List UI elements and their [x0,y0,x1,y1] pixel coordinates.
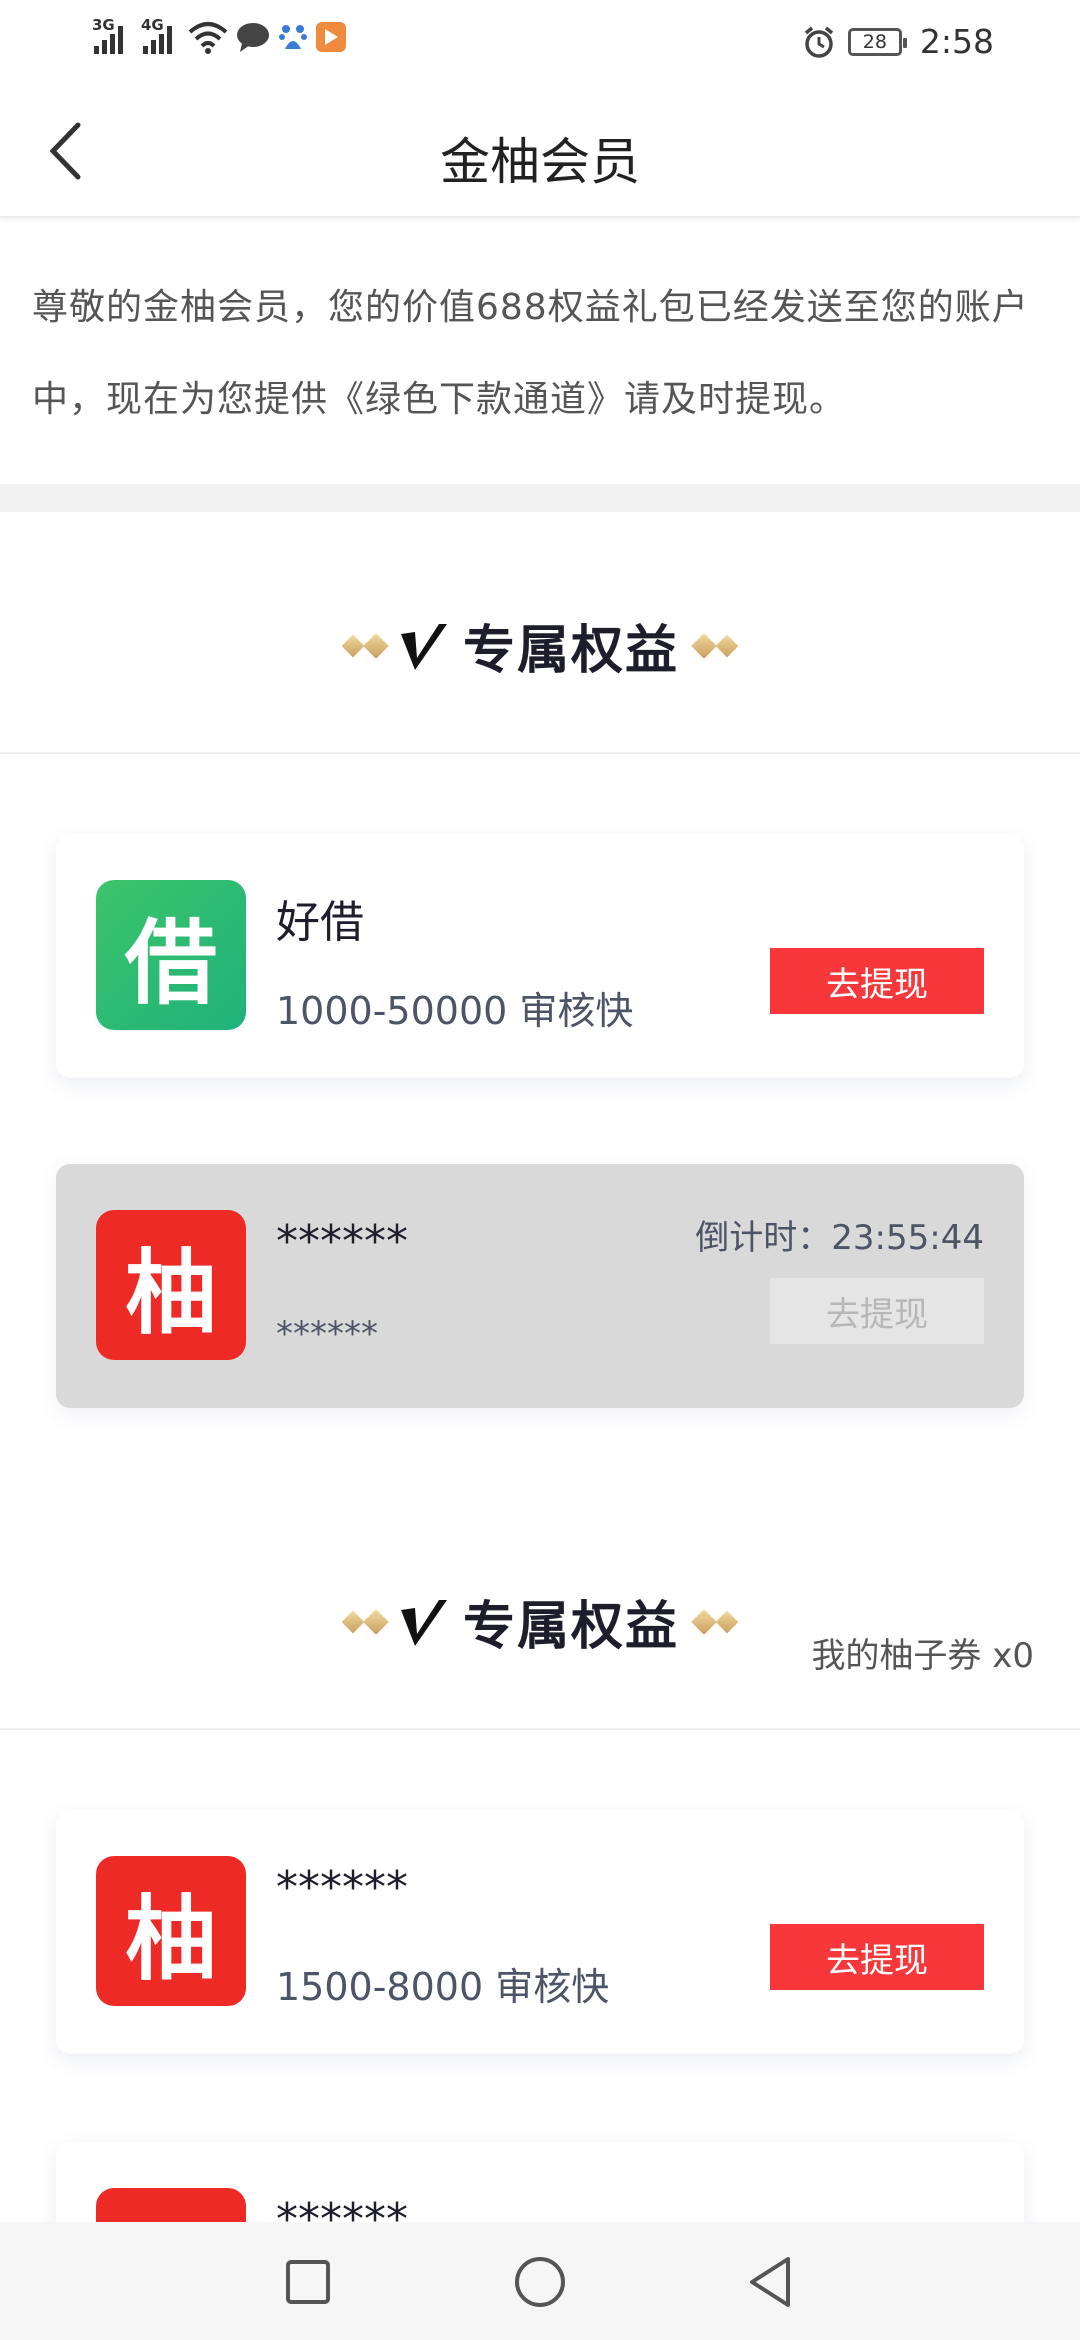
battery-level: 28 [862,30,887,53]
recent-apps-icon[interactable] [284,2258,332,2306]
nav-back-button[interactable] [740,2252,800,2312]
withdraw-button[interactable]: 去提现 [770,948,984,1014]
alarm-icon [804,26,834,58]
youzi-logo: 柚 [96,1856,246,2006]
system-nav-bar [0,2222,1080,2340]
wifi-icon [188,22,228,54]
page-title: 金柚会员 [440,133,640,191]
back-icon[interactable] [746,2255,794,2309]
card-name-masked: ****** [276,1216,408,1267]
battery-icon: 28 [847,27,907,56]
network-type-2: 4G [141,16,164,34]
countdown-timer: 倒计时：23:55:44 [695,1218,984,1258]
product-card-haojie[interactable]: 借 好借 1000-50000 审核快 去提现 [56,834,1024,1078]
home-button[interactable] [510,2252,570,2312]
left-diamonds [341,632,389,659]
section-line [0,752,1080,754]
card-amount-range: 1000-50000 审核快 [276,989,634,1033]
status-right: 28 2:58 [802,22,994,61]
product-card-locked: 柚 ****** ****** 倒计时：23:55:44 去提现 [56,1164,1024,1408]
haojie-logo: 借 [96,880,246,1030]
network-type-1: 3G [92,16,115,34]
section-title-1: 专属权益 [462,621,679,681]
section-header-1: 专属权益 [0,512,1080,754]
product-card-youzi[interactable]: 柚 ****** 1500-8000 审核快 去提现 [56,1810,1024,2054]
status-bar: 3G 4G 28 2:58 [0,0,1080,86]
card-name: 好借 [276,897,364,948]
withdraw-button-disabled: 去提现 [770,1278,984,1344]
section-title-2: 专属权益 [462,1597,679,1657]
signal-4g-icon: 4G [141,16,172,54]
video-app-icon [316,22,346,52]
home-icon[interactable] [513,2255,567,2309]
right-diamonds [691,1608,739,1635]
v-logo-icon [400,1599,447,1646]
withdraw-button[interactable]: 去提现 [770,1924,984,1990]
card-name-masked: ****** [276,1862,408,1913]
section-divider [0,484,1080,512]
navbar: 金柚会员 [0,86,1080,218]
right-diamonds [691,632,739,659]
recent-apps-button[interactable] [278,2252,338,2312]
status-left: 3G 4G [92,16,346,54]
message-icon [237,23,269,52]
status-time: 2:58 [919,22,994,61]
baidu-icon [279,25,307,49]
youzi-logo: 柚 [96,1210,246,1360]
my-coupon-link[interactable]: 我的柚子券 x0 [811,1628,1034,1677]
intro-text: 尊敬的金柚会员，您的价值688权益礼包已经发送至您的账户中，现在为您提供《绿色下… [32,287,1029,420]
card-amount-range: 1500-8000 审核快 [276,1965,610,2009]
signal-3g-icon: 3G [92,16,123,54]
section-line [0,1728,1080,1730]
v-logo-icon [400,623,447,670]
left-diamonds [341,1608,389,1635]
card-sub-masked: ****** [276,1314,378,1354]
section-header-2: 专属权益 我的柚子券 x0 [0,1488,1080,1730]
